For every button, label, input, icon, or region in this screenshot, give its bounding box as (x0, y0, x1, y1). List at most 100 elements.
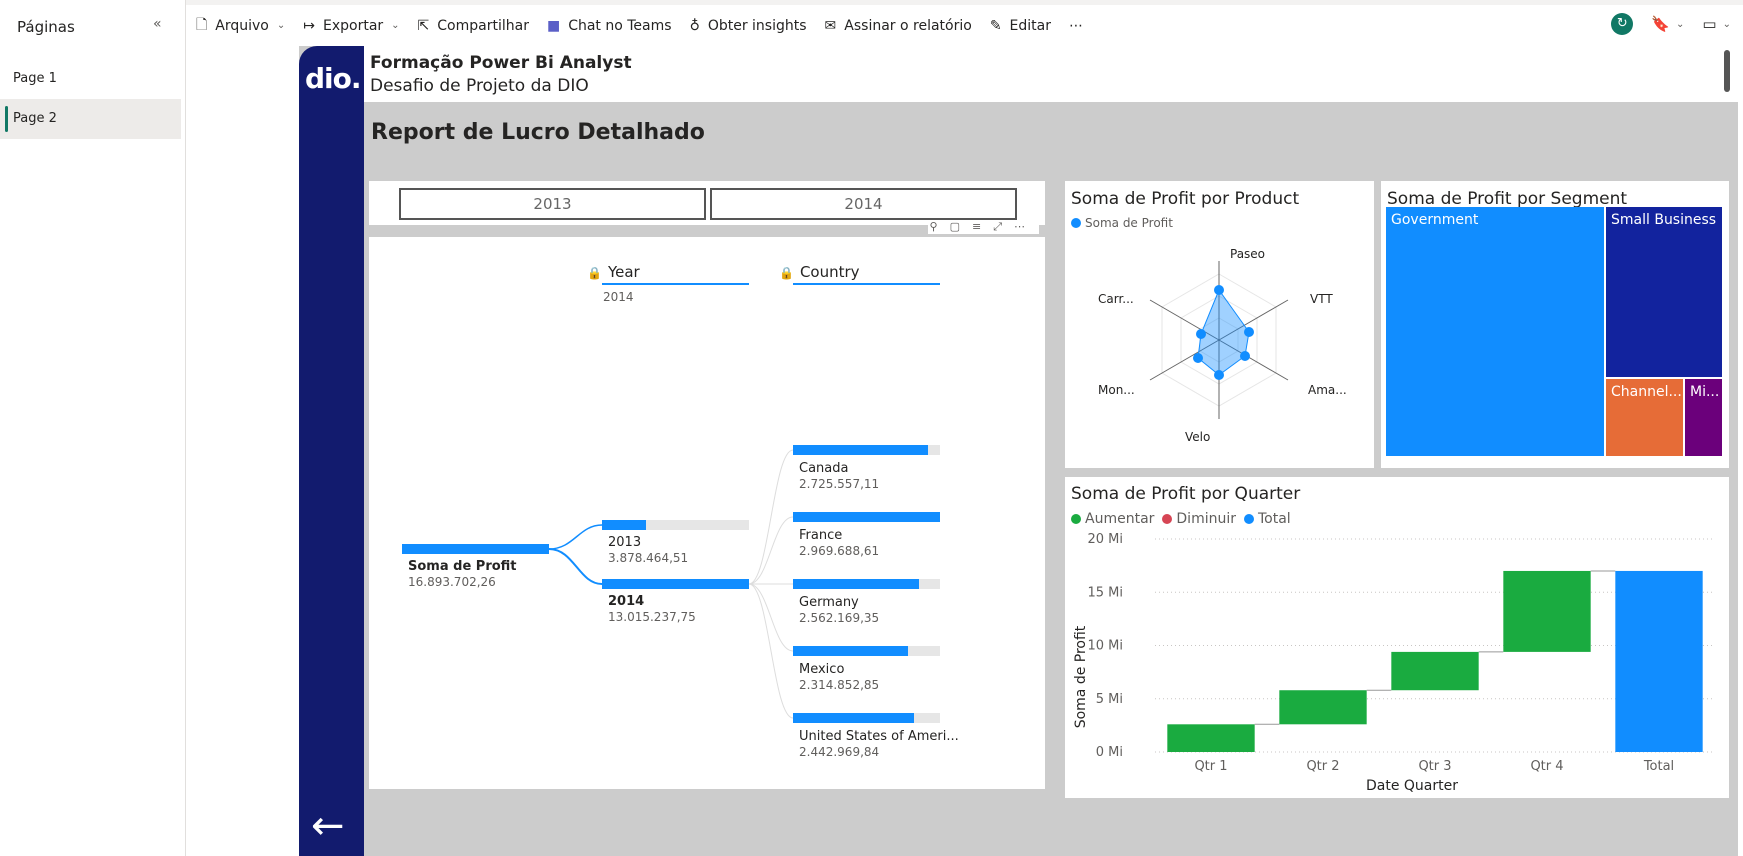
chevron-down-icon: ⌄ (391, 20, 400, 31)
share-label: Compartilhar (437, 17, 529, 34)
export-icon: ↦ (303, 17, 315, 34)
header-subtitle: Desafio de Projeto da DIO (370, 76, 589, 96)
waterfall-chart[interactable]: Qtr 1 Qtr 2 Qtr 3 Qtr 4 Total 0 Mi 5 Mi 10 Mi 1… (1065, 477, 1729, 798)
page-item-2[interactable]: Page 2 (0, 99, 181, 139)
waterfall-bar[interactable] (1279, 690, 1367, 725)
x-axis-title: Date Quarter (1366, 778, 1458, 794)
report-page: dio. ← Formação Power Bi Analyst Desafio… (299, 46, 1738, 856)
view-icon[interactable]: ▭ (1702, 15, 1716, 33)
root-value: 16.893.702,26 (408, 575, 496, 589)
radar-axis-label: Velo (1185, 430, 1210, 444)
lightbulb-icon: ♁ (689, 17, 700, 34)
chevron-down-icon[interactable]: ⌄ (1676, 19, 1684, 30)
waterfall-bar[interactable] (1503, 570, 1591, 652)
toolbar-right: ↻ 🔖 ⌄ ▭ ⌄ (1611, 13, 1731, 35)
y-tick-label: 5 Mi (1096, 692, 1123, 707)
refresh-icon[interactable]: ↻ (1611, 13, 1634, 35)
country-label-france: France (799, 528, 843, 543)
scrollbar[interactable] (1724, 50, 1730, 92)
treemap-title: Soma de Profit por Segment (1387, 189, 1628, 209)
year-label-2014: 2014 (608, 594, 645, 609)
treemap-cell-government[interactable]: Government (1386, 207, 1606, 458)
share-button[interactable]: ⇱ Compartilhar (418, 18, 529, 34)
page-item-1[interactable]: Page 1 (0, 59, 181, 99)
file-label: Arquivo (215, 17, 269, 34)
dio-logo: dio. (305, 62, 362, 95)
country-label-usa: United States of Ameri... (799, 729, 959, 744)
root-label: Soma de Profit (408, 559, 517, 574)
radar-chart[interactable]: Paseo VTT Ama... Velo Mon... Carr... (1065, 181, 1374, 468)
teams-label: Chat no Teams (568, 17, 672, 34)
file-icon: 🗋 (196, 16, 208, 33)
radar-axis-label: Mon... (1098, 383, 1135, 397)
report-header: Formação Power Bi Analyst Desafio de Pro… (364, 46, 1738, 102)
insights-label: Obter insights (707, 17, 807, 34)
year-bar-2013[interactable] (602, 520, 647, 530)
y-tick-label: 0 Mi (1096, 745, 1123, 760)
radar-point[interactable] (1214, 370, 1224, 380)
y-tick-label: 15 Mi (1087, 585, 1123, 600)
active-page-indicator (5, 106, 8, 132)
country-bar-usa[interactable] (793, 713, 914, 723)
country-bar-france[interactable] (793, 512, 940, 522)
edit-label: Editar (1009, 17, 1051, 34)
country-bar-germany[interactable] (793, 579, 920, 589)
chevron-down-icon: ⌄ (276, 20, 286, 31)
report-canvas: dio. ← Formação Power Bi Analyst Desafio… (186, 46, 1743, 856)
chevron-down-icon[interactable]: ⌄ (1723, 19, 1731, 30)
edit-button[interactable]: ✎ Editar (990, 18, 1051, 34)
export-menu[interactable]: ↦ Exportar ⌄ (303, 18, 399, 34)
country-value-germany: 2.562.169,35 (799, 611, 880, 625)
treemap-cell-channel[interactable]: Channel... (1606, 379, 1685, 458)
pages-pane: Páginas « Page 1 Page 2 (0, 0, 186, 856)
subscribe-label: Assinar o relatório (844, 17, 972, 34)
radar-point[interactable] (1214, 285, 1224, 295)
treemap-cell-small-business[interactable]: Small Business (1606, 207, 1724, 379)
year-value-2013: 3.878.464,51 (608, 551, 689, 565)
radar-point[interactable] (1193, 353, 1203, 363)
radar-point[interactable] (1244, 327, 1254, 337)
tree-connectors (548, 449, 794, 719)
header-title: Formação Power Bi Analyst (370, 53, 632, 73)
report-toolbar: 🗋 Arquivo ⌄ ↦ Exportar ⌄ ⇱ Compartilhar … (186, 0, 1743, 46)
radar-axis-label: Carr... (1098, 292, 1134, 306)
waterfall-bar[interactable] (1615, 570, 1703, 752)
more-options-button[interactable]: ⋯ (1069, 18, 1083, 34)
waterfall-bar[interactable] (1391, 651, 1479, 691)
year-bar-2014[interactable] (602, 579, 749, 589)
x-tick-label: Total (1643, 759, 1674, 774)
teams-icon: ■ (546, 17, 561, 34)
back-arrow-icon[interactable]: ← (311, 806, 345, 846)
country-bar-mexico[interactable] (793, 646, 908, 656)
teams-chat-button[interactable]: ■ Chat no Teams (547, 18, 672, 34)
waterfall-bar[interactable] (1167, 724, 1255, 752)
year-value-2014: 13.015.237,75 (608, 610, 696, 624)
radar-point[interactable] (1240, 351, 1250, 361)
x-tick-label: Qtr 3 (1418, 759, 1451, 774)
x-tick-label: Qtr 2 (1306, 759, 1339, 774)
treemap-cell-midmarket[interactable]: Mi... (1685, 379, 1724, 458)
pencil-icon: ✎ (989, 17, 1002, 34)
bookmark-icon[interactable]: 🔖 (1651, 15, 1670, 33)
file-menu[interactable]: 🗋 Arquivo ⌄ (196, 14, 285, 38)
country-value-mexico: 2.314.852,85 (799, 678, 880, 692)
y-axis-title: Soma de Profit (1073, 625, 1089, 728)
root-bar[interactable] (402, 544, 549, 554)
x-tick-label: Qtr 1 (1194, 759, 1227, 774)
y-tick-label: 20 Mi (1087, 532, 1123, 547)
radar-chart-card: Soma de Profit por Product Soma de Profi… (1065, 181, 1374, 468)
subscribe-button[interactable]: ✉ Assinar o relatório (825, 18, 972, 34)
pages-title: Páginas (17, 18, 75, 36)
collapse-pane-icon[interactable]: « (153, 16, 162, 32)
radar-axis-label: Paseo (1230, 247, 1265, 261)
country-label-canada: Canada (799, 461, 849, 476)
country-bar-canada[interactable] (793, 445, 929, 455)
waterfall-card: Soma de Profit por Quarter Aumentar Dimi… (1065, 477, 1729, 798)
radar-point[interactable] (1196, 329, 1206, 339)
year-label-2013: 2013 (608, 535, 642, 550)
report-side-nav: dio. ← (299, 46, 364, 856)
page-item-2-label: Page 2 (13, 111, 57, 126)
insights-button[interactable]: ♁ Obter insights (690, 18, 807, 34)
country-label-mexico: Mexico (799, 662, 845, 677)
x-tick-label: Qtr 4 (1530, 759, 1563, 774)
